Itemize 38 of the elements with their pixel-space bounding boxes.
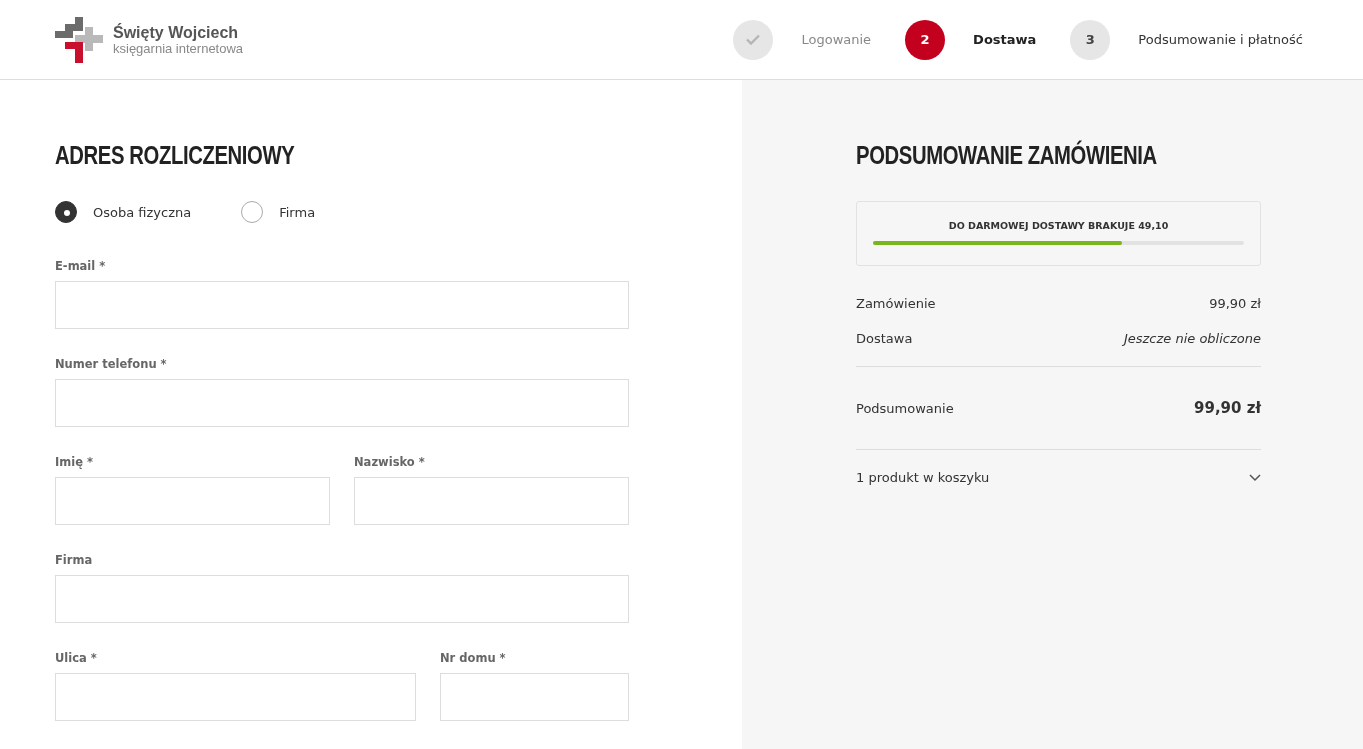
field-label: Ulica * (55, 651, 98, 665)
section-heading: ADRES ROZLICZENIOWY (55, 140, 296, 171)
input-field[interactable] (55, 575, 629, 623)
field-label: Imię * (55, 455, 95, 469)
input-field[interactable] (55, 673, 416, 721)
section-heading: PODSUMOWANIE ZAMÓWIENIA (856, 140, 1158, 171)
summary-label: Dostawa (856, 331, 913, 346)
summary-label: Zamówienie (856, 296, 936, 311)
input-field[interactable] (55, 379, 629, 427)
logo-name: Święty Wojciech (113, 23, 240, 42)
step-label: Dostawa (973, 32, 1037, 47)
step-label: Logowanie (801, 32, 872, 47)
total-value: 99,90 zł (1194, 399, 1261, 417)
radio-button[interactable] (55, 201, 77, 223)
free-shipping-text: DO DARMOWEJ DOSTAWY BRAKUJE 49,10 (948, 220, 1169, 231)
radio-label: Osoba fizyczna (93, 204, 192, 220)
check-icon (746, 34, 761, 45)
input-field[interactable] (440, 673, 629, 721)
step-label: Podsumowanie i płatność (1138, 32, 1303, 47)
total-label: Podsumowanie (856, 400, 954, 416)
step-circle: 3 (1070, 19, 1111, 60)
field-label: Nr domu * (440, 651, 507, 665)
input-field[interactable] (55, 281, 629, 329)
field-label: Firma (55, 553, 94, 567)
summary-value: 99,90 zł (1209, 296, 1261, 311)
cart-toggle[interactable]: 1 produkt w koszyku (856, 450, 1261, 505)
radio-label: Firma (279, 204, 316, 220)
chevron-icon (1249, 473, 1261, 482)
summary-value: Jeszcze nie obliczone (1123, 331, 1261, 346)
step-circle: 2 (905, 19, 946, 60)
input-field[interactable] (55, 477, 330, 525)
field-label: Numer telefonu * (55, 357, 168, 371)
radio-button[interactable] (241, 201, 264, 223)
input-field[interactable] (354, 477, 629, 525)
field-label: Nazwisko * (354, 455, 426, 469)
logo-tagline: księgarnia internetowa (113, 41, 244, 56)
cross-logo-icon (55, 16, 103, 63)
field-label: E-mail * (55, 259, 107, 273)
